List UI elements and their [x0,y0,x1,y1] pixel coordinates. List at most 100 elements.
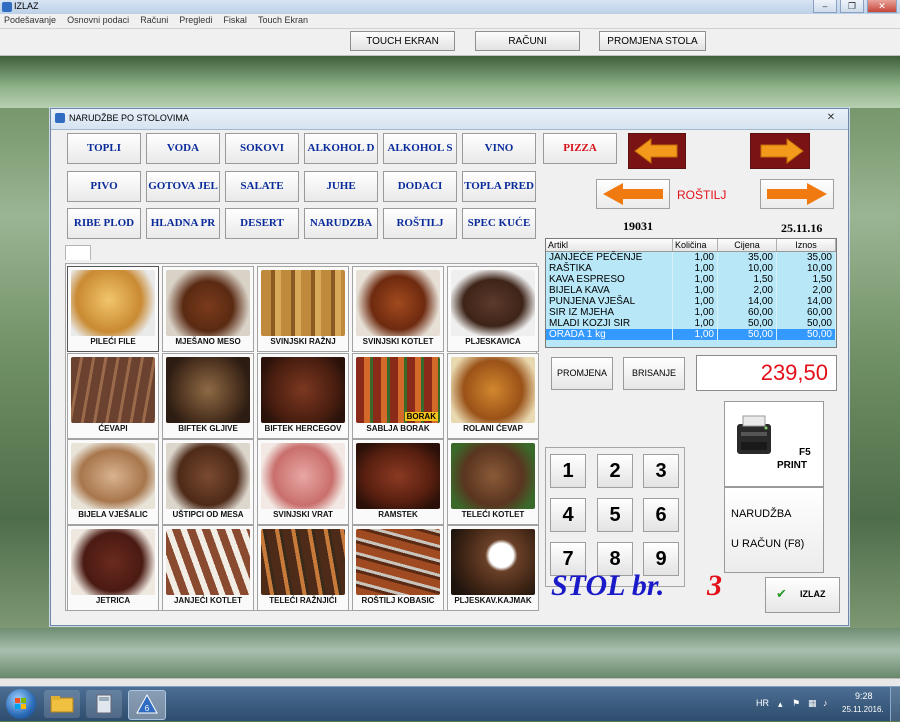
product-tile[interactable]: BIFTEK HERCEGOV [257,353,349,439]
promjena-stola-button[interactable]: PROMJENA STOLA [599,31,706,51]
category-rostilj[interactable]: ROŠTILJ [383,208,457,239]
table-row[interactable]: MLADI KOZJI SIR 1,00 50,00 50,00 [546,318,836,329]
start-button[interactable] [6,689,36,719]
category-narudzba[interactable]: NARUDZBA [304,208,378,239]
category-salate[interactable]: SALATE [225,171,299,202]
tray-flag-icon[interactable]: ⚑ [792,698,800,709]
print-button[interactable]: F5 PRINT [724,401,824,487]
column-header-cijena[interactable]: Cijena [717,239,777,252]
product-tile[interactable]: BIJELA VJEŠALIC [67,439,159,525]
product-tile[interactable]: TELEĆI KOTLET [447,439,539,525]
category-next-button[interactable] [750,133,810,169]
close-button[interactable]: ✕ [867,0,897,13]
menu-item[interactable]: Touch Ekran [254,14,312,25]
product-tile[interactable]: PLJESKAV.KAJMAK [447,525,539,611]
table-row-selected[interactable]: ORADA 1 kg 1,00 50,00 50,00 [546,329,836,340]
category-sokovi[interactable]: SOKOVI [225,133,299,164]
category-pizza[interactable]: PIZZA [543,133,617,164]
category-hladna-pr[interactable]: HLADNA PR [146,208,220,239]
menu-item[interactable]: Računi [136,14,172,25]
category-voda[interactable]: VODA [146,133,220,164]
product-image [71,357,155,423]
minimize-button[interactable]: – [813,0,837,13]
maximize-button[interactable]: ❐ [840,0,864,13]
category-prev-button[interactable] [628,133,686,169]
category-pivo[interactable]: PIVO [67,171,141,202]
product-image [261,443,345,509]
category-desert[interactable]: DESERT [225,208,299,239]
show-desktop-button[interactable] [890,687,900,721]
cell-kolicina: 1,00 [672,285,718,296]
tray-volume-icon[interactable]: ♪ [823,698,828,708]
dialog-close-button[interactable]: ✕ [820,111,842,125]
cell-kolicina: 1,00 [672,274,718,285]
key-2[interactable]: 2 [597,454,633,488]
key-6[interactable]: 6 [643,498,679,532]
product-prev-button[interactable] [596,179,670,209]
product-tab[interactable] [65,245,91,260]
calculator-icon [96,694,112,714]
column-header-iznos[interactable]: Iznos [776,239,836,252]
product-tile[interactable]: RAMSTEK [352,439,444,525]
column-header-kolicina[interactable]: Količina [672,239,718,252]
table-row[interactable]: JANJEĆE PEČENJE 1,00 35,00 35,00 [546,251,836,263]
taskbar-pos-app[interactable]: 6 [128,690,166,720]
key-3[interactable]: 3 [643,454,679,488]
category-spec-kuce[interactable]: SPEC KUĆE [462,208,536,239]
table-row[interactable]: RAŠTIKA 1,00 10,00 10,00 [546,263,836,274]
product-tile[interactable]: PLJESKAVICA [447,266,539,352]
brisanje-button[interactable]: BRISANJE [623,357,685,390]
key-4[interactable]: 4 [550,498,586,532]
category-topla-pred[interactable]: TOPLA PRED [462,171,536,202]
taskbar-calculator[interactable] [86,690,122,718]
product-tile[interactable]: BORAK SABLJA BORAK [352,353,444,439]
product-tile[interactable]: ROŠTILJ KOBASIC [352,525,444,611]
category-dodaci[interactable]: DODACI [383,171,457,202]
narudzba-u-racun-button[interactable]: NARUDŽBA U RAČUN (F8) [724,487,824,573]
clock-time[interactable]: 9:28 [855,691,873,701]
table-row[interactable]: SIR IZ MJEHA 1,00 60,00 60,00 [546,307,836,318]
category-alkohol-s[interactable]: ALKOHOL S [383,133,457,164]
product-tile[interactable]: SVINJSKI VRAT [257,439,349,525]
menu-item[interactable]: Fiskal [219,14,251,25]
product-tile[interactable]: MJEŠANO MESO [162,266,254,352]
category-ribe-plod[interactable]: RIBE PLOD [67,208,141,239]
product-tile[interactable]: TELEĆI RAŽNJIĆI [257,525,349,611]
category-juhe[interactable]: JUHE [304,171,378,202]
product-tile[interactable]: PILEĆI FILE [67,266,159,352]
racuni-button[interactable]: RAČUNI [475,31,580,51]
product-tile[interactable]: BIFTEK GLJIVE [162,353,254,439]
product-tile[interactable]: JANJEĆI KOTLET [162,525,254,611]
key-5[interactable]: 5 [597,498,633,532]
promjena-button[interactable]: PROMJENA [551,357,613,390]
product-tile[interactable]: SVINJSKI KOTLET [352,266,444,352]
izlaz-button[interactable]: ✔ IZLAZ [765,577,840,613]
table-row[interactable]: KAVA ESPRESO 1,00 1,50 1,50 [546,274,836,285]
table-row[interactable]: BIJELA KAVA 1,00 2,00 2,00 [546,285,836,296]
tray-network-icon[interactable]: ▦ [808,698,817,709]
product-tile[interactable]: UŠTIPCI OD MESA [162,439,254,525]
category-alkohol-d[interactable]: ALKOHOL D [304,133,378,164]
product-tile[interactable]: ROLANI ĆEVAP [447,353,539,439]
menu-item[interactable]: Osnovni podaci [63,14,133,25]
order-items-table[interactable]: Artikl Količina Cijena Iznos JANJEĆE PEČ… [545,238,837,348]
table-row[interactable]: PUNJENA VJEŠAL 1,00 14,00 14,00 [546,296,836,307]
column-header-artikl[interactable]: Artikl [546,239,673,252]
key-1[interactable]: 1 [550,454,586,488]
category-gotova-jela[interactable]: GOTOVA JEL [146,171,220,202]
cell-iznos: 10,00 [776,263,836,274]
keyboard-language[interactable]: HR [756,698,769,708]
taskbar-explorer[interactable] [44,690,80,718]
category-vino[interactable]: VINO [462,133,536,164]
menu-item[interactable]: Pregledi [175,14,216,25]
product-tile[interactable]: ĆEVAPI [67,353,159,439]
product-label: JANJEĆI KOTLET [173,596,242,605]
tray-arrow-icon[interactable]: ▴ [778,699,783,710]
product-next-button[interactable] [760,179,834,209]
category-topli[interactable]: TOPLI [67,133,141,164]
clock-date[interactable]: 25.11.2016. [842,705,884,714]
menu-item[interactable]: Podešavanje [0,14,60,25]
touch-ekran-button[interactable]: TOUCH EKRAN [350,31,455,51]
product-tile[interactable]: SVINJSKI RAŽNJ [257,266,349,352]
product-tile[interactable]: JETRICA [67,525,159,611]
